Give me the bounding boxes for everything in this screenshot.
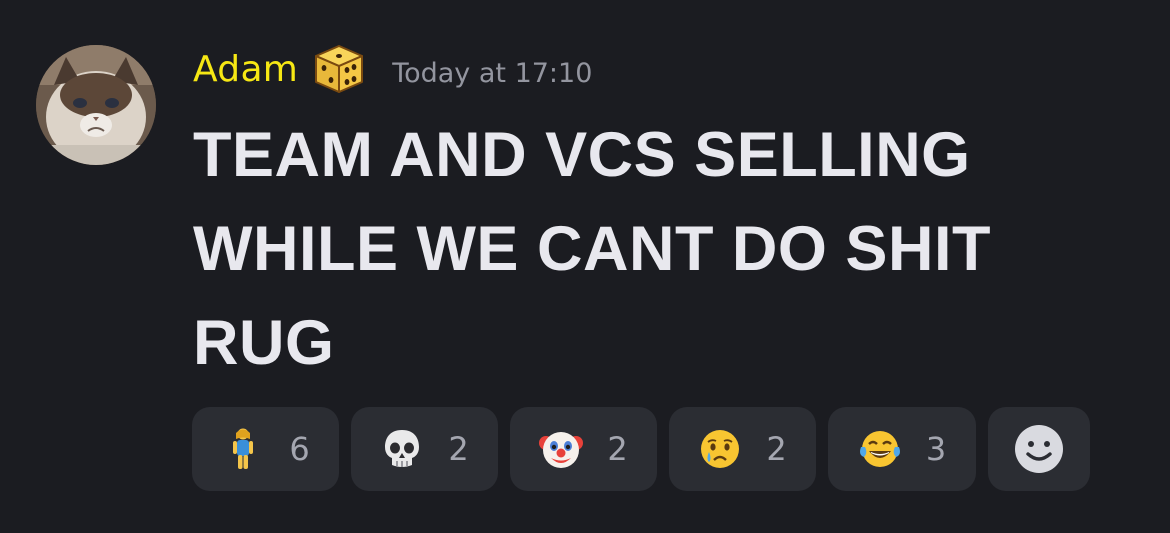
reaction-crying[interactable]: 2	[669, 407, 816, 491]
message-line: WHILE WE CANT DO SHIT	[193, 214, 991, 284]
reaction-count: 2	[448, 430, 469, 468]
reactions-bar: 6 2 2 2 3	[192, 407, 1090, 491]
message-line: RUG	[193, 308, 335, 378]
grumpy-cat-avatar-icon	[36, 45, 156, 165]
reaction-count: 2	[766, 430, 787, 468]
woman-standing-icon	[221, 427, 265, 471]
skull-icon	[380, 427, 424, 471]
crying-face-icon	[698, 427, 742, 471]
reaction-woman-standing[interactable]: 6	[192, 407, 339, 491]
add-reaction-button[interactable]	[988, 407, 1090, 491]
tears-of-joy-icon	[858, 427, 902, 471]
reaction-count: 3	[925, 430, 947, 468]
reaction-count: 6	[289, 430, 310, 468]
add-reaction-smiley-icon	[1013, 423, 1065, 475]
reaction-skull[interactable]: 2	[351, 407, 498, 491]
message-header: Adam Today at 17:10	[193, 38, 592, 100]
username[interactable]: Adam	[193, 49, 298, 90]
reaction-tears-of-joy[interactable]: 3	[828, 407, 976, 491]
message-content: TEAM AND VCS SELLING WHILE WE CANT DO SH…	[193, 108, 1133, 390]
reaction-count: 2	[607, 430, 628, 468]
avatar[interactable]	[36, 45, 156, 165]
message-line: TEAM AND VCS SELLING	[193, 120, 971, 190]
dice-icon[interactable]	[312, 42, 366, 96]
clown-face-icon	[539, 427, 584, 471]
chat-message: Adam Today at 17:10 TEAM AND VCS SELLING	[0, 0, 1170, 533]
reaction-clown[interactable]: 2	[510, 407, 657, 491]
timestamp: Today at 17:10	[392, 57, 593, 89]
